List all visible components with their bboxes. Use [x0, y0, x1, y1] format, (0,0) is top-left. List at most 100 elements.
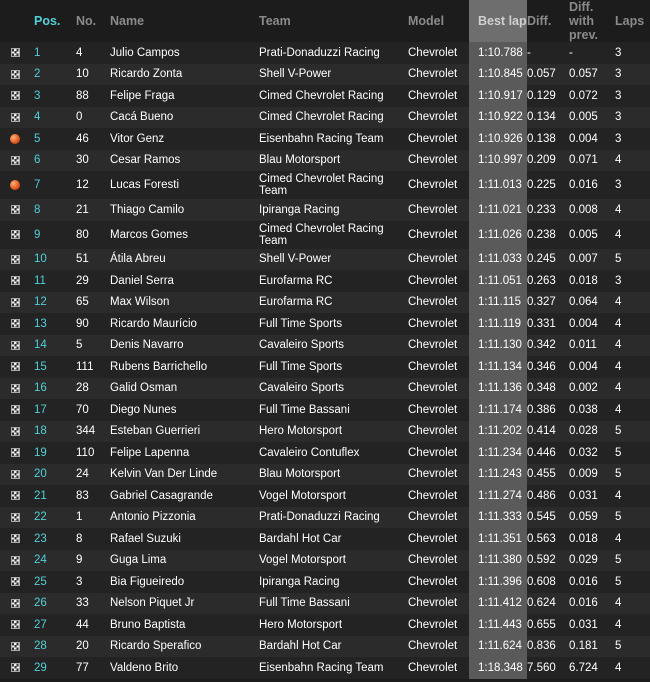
row-status-cell	[0, 614, 34, 636]
header-laps[interactable]: Laps	[615, 0, 650, 42]
cell-best-lap: 1:10.917	[469, 85, 527, 107]
header-diff-prev[interactable]: Diff. with prev.	[569, 0, 615, 42]
table-row[interactable]: 7 12 Lucas Foresti Cimed Chevrolet Racing T…	[0, 171, 650, 199]
table-row[interactable]: 20 24 Kelvin Van Der Linde Blau Motorsport C…	[0, 463, 650, 485]
header-pos[interactable]: Pos.	[34, 0, 76, 42]
table-row[interactable]: 4 0 Cacá Bueno Cimed Chevrolet Racing Chevro…	[0, 106, 650, 128]
cell-laps: 3	[615, 171, 650, 199]
cell-diff: 0.563	[527, 528, 569, 550]
cell-team: Prati-Donaduzzi Racing	[259, 506, 408, 528]
cell-pos: 12	[34, 291, 76, 313]
cell-model: Chevrolet	[408, 356, 469, 378]
cell-team: Full Time Sports	[259, 313, 408, 335]
table-row[interactable]: 5 46 Vitor Genz Eisenbahn Racing Team Chevro…	[0, 128, 650, 150]
row-status-cell	[0, 420, 34, 442]
header-model[interactable]: Model	[408, 0, 469, 42]
cell-model: Chevrolet	[408, 528, 469, 550]
cell-diff-prev: 0.028	[569, 420, 615, 442]
timing-board: Pos. No. Name Team Model Best lap Diff. …	[0, 0, 650, 682]
cell-team: Shell V-Power	[259, 63, 408, 85]
row-status-cell	[0, 506, 34, 528]
cell-diff: 0.057	[527, 63, 569, 85]
table-row[interactable]: 28 20 Ricardo Sperafico Bardahl Hot Car Chev…	[0, 635, 650, 657]
cell-diff-prev: 0.057	[569, 63, 615, 85]
cell-driver-name: Kelvin Van Der Linde	[110, 463, 259, 485]
cell-best-lap: 1:11.021	[469, 199, 527, 221]
cell-diff-prev: 0.059	[569, 506, 615, 528]
cell-best-lap: 1:11.333	[469, 506, 527, 528]
header-team[interactable]: Team	[259, 0, 408, 42]
cell-diff-prev: 0.002	[569, 377, 615, 399]
cell-car-number: 29	[76, 270, 110, 292]
table-row[interactable]: 24 9 Guga Lima Vogel Motorsport Chevrolet 1:1…	[0, 549, 650, 571]
header-best-lap[interactable]: Best lap	[469, 0, 527, 42]
table-row[interactable]: 18 344 Esteban Guerrieri Hero Motorsport Che…	[0, 420, 650, 442]
timing-table: Pos. No. Name Team Model Best lap Diff. …	[0, 0, 650, 679]
table-row[interactable]: 6 30 Cesar Ramos Blau Motorsport Chevrolet 1:…	[0, 149, 650, 171]
cell-diff-prev: 0.016	[569, 571, 615, 593]
cell-car-number: 9	[76, 549, 110, 571]
row-status-cell	[0, 549, 34, 571]
cell-best-lap: 1:11.396	[469, 571, 527, 593]
header-no[interactable]: No.	[76, 0, 110, 42]
header-name[interactable]: Name	[110, 0, 259, 42]
cell-team: Bardahl Hot Car	[259, 635, 408, 657]
cell-best-lap: 1:11.274	[469, 485, 527, 507]
table-row[interactable]: 1 4 Julio Campos Prati-Donaduzzi Racing Chev…	[0, 42, 650, 64]
cell-diff-prev: 0.004	[569, 313, 615, 335]
checkered-flag-icon	[11, 405, 20, 415]
cell-car-number: 111	[76, 356, 110, 378]
cell-pos: 24	[34, 549, 76, 571]
table-row[interactable]: 16 28 Galid Osman Cavaleiro Sports Chevrolet…	[0, 377, 650, 399]
cell-diff-prev: 0.011	[569, 334, 615, 356]
cell-pos: 5	[34, 128, 76, 150]
cell-diff: 0.138	[527, 128, 569, 150]
row-status-cell	[0, 220, 34, 249]
table-row[interactable]: 10 51 Átila Abreu Shell V-Power Chevrolet 1:1…	[0, 248, 650, 270]
checkered-flag-icon	[11, 663, 20, 673]
row-status-cell	[0, 149, 34, 171]
table-row[interactable]: 15 111 Rubens Barrichello Full Time Sports C…	[0, 356, 650, 378]
cell-team: Full Time Bassani	[259, 399, 408, 421]
header-diff[interactable]: Diff.	[527, 0, 569, 42]
table-row[interactable]: 29 77 Valdeno Brito Eisenbahn Racing Team Ch…	[0, 657, 650, 679]
table-row[interactable]: 13 90 Ricardo Maurício Full Time Sports Chev…	[0, 313, 650, 335]
table-row[interactable]: 12 65 Max Wilson Eurofarma RC Chevrolet 1:11.…	[0, 291, 650, 313]
cell-best-lap: 1:11.134	[469, 356, 527, 378]
table-row[interactable]: 26 33 Nelson Piquet Jr Full Time Bassani Che…	[0, 592, 650, 614]
row-status-cell	[0, 128, 34, 150]
table-row[interactable]: 27 44 Bruno Baptista Hero Motorsport Chevrol…	[0, 614, 650, 636]
table-row[interactable]: 23 8 Rafael Suzuki Bardahl Hot Car Chevrolet…	[0, 528, 650, 550]
cell-laps: 4	[615, 399, 650, 421]
table-row[interactable]: 8 21 Thiago Camilo Ipiranga Racing Chevrolet…	[0, 199, 650, 221]
cell-diff: 0.592	[527, 549, 569, 571]
cell-model: Chevrolet	[408, 442, 469, 464]
cell-team: Prati-Donaduzzi Racing	[259, 42, 408, 64]
table-row[interactable]: 25 3 Bia Figueiredo Ipiranga Racing Chevrole…	[0, 571, 650, 593]
cell-model: Chevrolet	[408, 149, 469, 171]
cell-model: Chevrolet	[408, 377, 469, 399]
cell-model: Chevrolet	[408, 171, 469, 199]
table-row[interactable]: 14 5 Denis Navarro Cavaleiro Sports Chevrole…	[0, 334, 650, 356]
cell-driver-name: Rubens Barrichello	[110, 356, 259, 378]
table-row[interactable]: 17 70 Diego Nunes Full Time Bassani Chevrole…	[0, 399, 650, 421]
cell-driver-name: Nelson Piquet Jr	[110, 592, 259, 614]
cell-diff: 0.836	[527, 635, 569, 657]
table-row[interactable]: 11 29 Daniel Serra Eurofarma RC Chevrolet 1:1…	[0, 270, 650, 292]
cell-model: Chevrolet	[408, 220, 469, 249]
cell-driver-name: Bia Figueiredo	[110, 571, 259, 593]
table-row[interactable]: 9 80 Marcos Gomes Cimed Chevrolet Racing Te…	[0, 220, 650, 249]
table-row[interactable]: 21 83 Gabriel Casagrande Vogel Motorsport Ch…	[0, 485, 650, 507]
table-row[interactable]: 22 1 Antonio Pizzonia Prati-Donaduzzi Racin…	[0, 506, 650, 528]
cell-laps: 5	[615, 248, 650, 270]
cell-diff-prev: 0.007	[569, 248, 615, 270]
cell-car-number: 77	[76, 657, 110, 679]
cell-best-lap: 1:11.624	[469, 635, 527, 657]
table-row[interactable]: 3 88 Felipe Fraga Cimed Chevrolet Racing Che…	[0, 85, 650, 107]
cell-best-lap: 1:11.380	[469, 549, 527, 571]
table-row[interactable]: 2 10 Ricardo Zonta Shell V-Power Chevrolet 1:…	[0, 63, 650, 85]
table-row[interactable]: 19 110 Felipe Lapenna Cavaleiro Contuflex Ch…	[0, 442, 650, 464]
cell-model: Chevrolet	[408, 106, 469, 128]
cell-team: Cimed Chevrolet Racing Team	[259, 220, 408, 249]
cell-driver-name: Vitor Genz	[110, 128, 259, 150]
